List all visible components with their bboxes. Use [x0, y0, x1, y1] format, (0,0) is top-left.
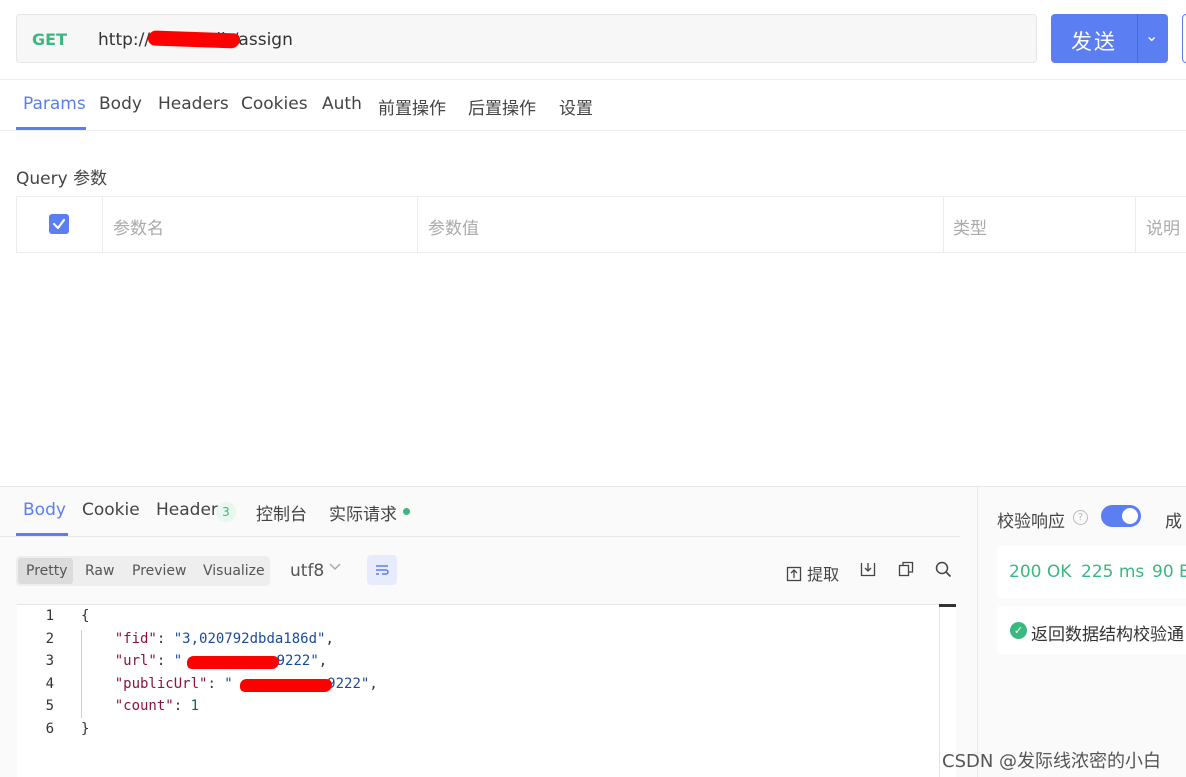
status-code: 200 OK [1009, 562, 1072, 582]
check-icon [52, 218, 66, 230]
code-line: "fid": "3,020792dbda186d", [114, 631, 334, 647]
format-visualize-button[interactable]: Visualize [203, 563, 265, 579]
code-line: } [81, 721, 89, 737]
tab-pre-request[interactable]: 前置操作 [378, 94, 446, 119]
tab-params[interactable]: Params [23, 94, 86, 114]
query-params-title: Query 参数 [16, 169, 108, 189]
json-brace: { [81, 608, 90, 624]
toggle-knob [1122, 508, 1138, 524]
tab-body[interactable]: Body [99, 94, 142, 114]
line-number: 4 [45, 676, 54, 692]
param-desc-header: 说明 [1146, 219, 1180, 239]
tab-settings[interactable]: 设置 [559, 94, 593, 119]
tab-headers[interactable]: Headers [158, 94, 229, 114]
response-time: 225 ms [1081, 562, 1145, 582]
param-value-header: 参数值 [428, 219, 479, 239]
success-label: 成 [1165, 512, 1182, 532]
line-number: 1 [45, 608, 54, 624]
select-all-checkbox[interactable] [49, 214, 69, 234]
column-separator [943, 196, 944, 253]
line-number: 2 [45, 631, 54, 647]
send-button-divider [1137, 14, 1138, 63]
json-key: "url" [114, 653, 157, 669]
encoding-select[interactable]: utf8 [290, 561, 324, 581]
json-number: 1 [190, 698, 200, 714]
wrap-icon [376, 565, 389, 575]
format-pretty-button[interactable]: Pretty [26, 563, 68, 579]
json-key: "count" [114, 698, 174, 714]
chevron-down-icon[interactable]: ⌄ [1145, 26, 1158, 45]
extract-button[interactable]: 提取 [786, 561, 839, 585]
method-selector[interactable]: GET [32, 30, 67, 49]
resp-tab-cookie[interactable]: Cookie [82, 500, 140, 520]
json-key: "fid" [114, 631, 157, 647]
divider [0, 536, 960, 537]
redaction-mark [147, 30, 241, 49]
chevron-down-icon[interactable] [328, 558, 342, 577]
header-count-badge: 3 [216, 502, 236, 522]
send-button-label: 发送 [1071, 30, 1117, 54]
scrollbar-thumb[interactable] [939, 604, 956, 607]
status-dot [403, 508, 410, 515]
search-icon[interactable] [935, 561, 952, 582]
tab-auth[interactable]: Auth [322, 94, 362, 114]
validate-response-label: 校验响应 [997, 512, 1065, 532]
column-separator [102, 196, 103, 253]
column-separator [1135, 196, 1136, 253]
response-size: 90 B [1152, 562, 1186, 582]
tab-cookies[interactable]: Cookies [241, 94, 308, 114]
line-number: 6 [45, 721, 54, 737]
download-icon[interactable] [860, 561, 876, 581]
format-raw-button[interactable]: Raw [85, 563, 114, 579]
save-button-edge[interactable] [1182, 14, 1186, 63]
watermark: CSDN @发际线浓密的小白 [942, 751, 1162, 772]
json-string-prefix: " [173, 653, 183, 669]
resp-tab-header[interactable]: Header [156, 500, 218, 520]
json-brace: } [81, 721, 90, 737]
code-line: { [81, 608, 89, 624]
resp-tab-console[interactable]: 控制台 [256, 500, 307, 525]
help-icon[interactable]: ? [1073, 510, 1088, 525]
json-string: "3,020792dbda186d" [173, 631, 326, 647]
tab-post-request[interactable]: 后置操作 [468, 94, 536, 119]
code-line: "publicUrl": ":9222", [114, 676, 378, 692]
panel-separator[interactable] [977, 487, 978, 777]
redaction-mark [240, 679, 332, 692]
resp-tab-body[interactable]: Body [23, 500, 66, 520]
format-preview-button[interactable]: Preview [132, 563, 187, 579]
extract-label: 提取 [807, 565, 840, 584]
resp-tab-actual-request[interactable]: 实际请求 [329, 500, 397, 525]
copy-icon[interactable] [898, 561, 914, 581]
wrap-lines-button[interactable] [367, 555, 397, 585]
param-type-header: 类型 [953, 219, 987, 239]
code-line: "count": 1 [114, 698, 200, 714]
param-name-header: 参数名 [113, 219, 164, 239]
validation-message: 返回数据结构校验通 [1031, 625, 1184, 645]
divider [0, 79, 1186, 80]
json-key: "publicUrl" [114, 676, 208, 692]
column-separator [417, 196, 418, 253]
divider [0, 130, 1186, 131]
validate-response-toggle[interactable] [1101, 505, 1141, 527]
line-number: 3 [45, 653, 54, 669]
extract-icon [786, 566, 802, 582]
line-number: 5 [45, 698, 54, 714]
json-string-prefix: " [224, 676, 233, 692]
params-table [16, 196, 1186, 253]
panel-divider[interactable] [0, 486, 1186, 487]
send-button[interactable]: 发送 ⌄ [1051, 14, 1168, 63]
check-circle-icon: ✓ [1010, 622, 1027, 639]
redaction-mark [187, 656, 279, 669]
